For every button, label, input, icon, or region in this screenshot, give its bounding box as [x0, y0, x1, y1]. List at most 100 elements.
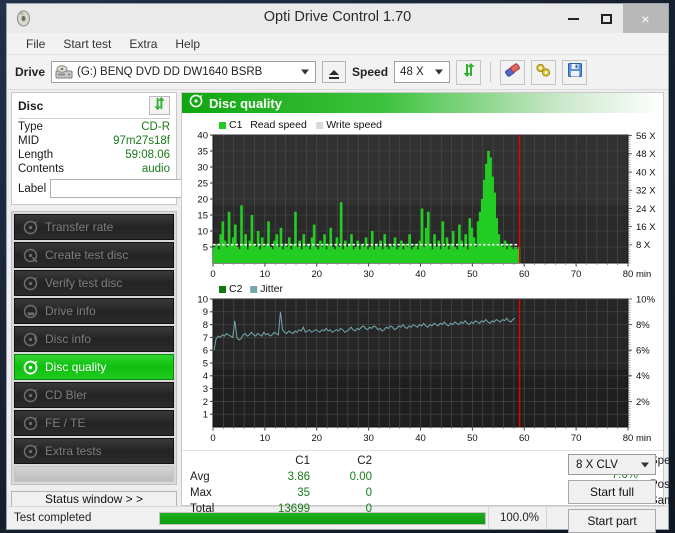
- panel-header: Disc quality: [182, 93, 663, 113]
- stats-col-c2: C2: [310, 455, 372, 467]
- disc-quality-charts[interactable]: C1Read speedWrite speed5101520253035408 …: [182, 113, 665, 450]
- menu-item-help[interactable]: Help: [166, 35, 209, 53]
- sidebar-item-label: Create test disc: [45, 248, 128, 262]
- test-speed-select[interactable]: 8 X CLV: [568, 454, 656, 475]
- sidebar-item-cd-bler[interactable]: CD Bler: [14, 382, 174, 408]
- disc-bler-icon: [23, 388, 38, 403]
- svg-text:Read speed: Read speed: [250, 119, 307, 131]
- minimize-button[interactable]: [557, 4, 590, 33]
- sidebar-item-fe-te[interactable]: FE / TE: [14, 410, 174, 436]
- sidebar-item-label: Extra tests: [45, 444, 102, 458]
- action-column: 8 X CLV Start full Start part: [568, 454, 656, 533]
- stats-header-row: C1 C2: [190, 453, 372, 469]
- svg-text:30: 30: [363, 433, 374, 444]
- drive-label: Drive: [15, 65, 45, 79]
- eject-button[interactable]: [322, 61, 346, 83]
- status-window-button[interactable]: Status window > >: [11, 491, 177, 507]
- svg-text:4%: 4%: [636, 371, 650, 382]
- disc-label-row: Label: [18, 175, 170, 199]
- tools-button[interactable]: [531, 60, 556, 85]
- eraser-icon: [504, 62, 521, 83]
- svg-text:10: 10: [197, 294, 208, 305]
- disc-row-contents: Contents audio: [18, 161, 170, 175]
- stats-table: C1 C2 Avg 3.86 0.00 Max 35 0: [190, 453, 372, 517]
- sidebar-item-disc-quality[interactable]: Disc quality: [14, 354, 174, 380]
- disc-write-icon: [23, 248, 38, 263]
- speed-label: Speed: [352, 65, 388, 79]
- svg-text:50: 50: [467, 433, 478, 444]
- disc-label-key: Label: [18, 183, 46, 195]
- disc-info-icon: [23, 332, 38, 347]
- sidebar-item-transfer-rate[interactable]: Transfer rate: [14, 214, 174, 240]
- svg-text:56 X: 56 X: [636, 131, 656, 142]
- disc-quality-icon: [23, 360, 38, 375]
- svg-text:6%: 6%: [636, 346, 650, 357]
- svg-text:7: 7: [203, 333, 208, 344]
- svg-text:30: 30: [197, 162, 208, 173]
- svg-text:20: 20: [311, 269, 322, 280]
- tools-icon: [535, 62, 552, 83]
- sidebar-item-label: Verify test disc: [45, 276, 122, 290]
- svg-text:24 X: 24 X: [636, 204, 656, 215]
- svg-text:5: 5: [203, 242, 208, 253]
- svg-text:40: 40: [415, 433, 426, 444]
- disc-row-length: Length 59:08.06: [18, 147, 170, 161]
- disc-key: Contents: [18, 163, 64, 175]
- progress-bar-fill: [160, 513, 485, 524]
- sidebar-item-extra-tests[interactable]: Extra tests: [14, 438, 174, 464]
- svg-text:40 X: 40 X: [636, 167, 656, 178]
- sidebar-item-create-test-disc[interactable]: Create test disc: [14, 242, 174, 268]
- disc-row-type: Type CD-R: [18, 119, 170, 133]
- drive-select[interactable]: (G:) BENQ DVD DD DW1640 BSRB: [51, 61, 316, 83]
- disc-key: Type: [18, 121, 43, 133]
- sidebar-item-label: CD Bler: [45, 388, 87, 402]
- drive-value: (G:) BENQ DVD DD DW1640 BSRB: [77, 66, 262, 78]
- menu-item-file[interactable]: File: [17, 35, 54, 53]
- svg-text:0: 0: [210, 269, 215, 280]
- svg-text:20: 20: [197, 194, 208, 205]
- svg-text:70: 70: [571, 269, 582, 280]
- svg-text:Write speed: Write speed: [326, 119, 382, 131]
- svg-text:40: 40: [415, 269, 426, 280]
- menu-item-extra[interactable]: Extra: [120, 35, 166, 53]
- chevron-down-icon: [301, 70, 309, 75]
- disc-value: 59:08.06: [125, 149, 170, 161]
- start-part-button[interactable]: Start part: [568, 509, 656, 533]
- drive-icon: [55, 65, 73, 80]
- erase-button[interactable]: [500, 60, 525, 85]
- svg-text:50: 50: [467, 269, 478, 280]
- svg-text:9: 9: [203, 307, 208, 318]
- sidebar-item-label: Disc info: [45, 332, 91, 346]
- save-button[interactable]: [562, 60, 587, 85]
- eject-icon: [328, 67, 340, 78]
- refresh-button[interactable]: [456, 60, 481, 85]
- svg-text:16 X: 16 X: [636, 222, 656, 233]
- save-icon: [567, 62, 583, 83]
- close-button[interactable]: ×: [623, 4, 668, 33]
- sidebar-item-drive-info[interactable]: Drive info: [14, 298, 174, 324]
- disc-fete-icon: [23, 416, 38, 431]
- sidebar-nav: Transfer rate Create test disc Verify te…: [11, 211, 177, 485]
- sidebar-item-label: FE / TE: [45, 416, 85, 430]
- main-body: Disc Type CD-R: [7, 90, 668, 506]
- sidebar-item-label: Transfer rate: [45, 220, 113, 234]
- maximize-button[interactable]: [590, 4, 623, 33]
- start-full-button[interactable]: Start full: [568, 480, 656, 504]
- refresh-icon: [461, 62, 477, 83]
- sidebar-item-disc-info[interactable]: Disc info: [14, 326, 174, 352]
- svg-text:60: 60: [519, 269, 530, 280]
- svg-text:Jitter: Jitter: [260, 283, 283, 295]
- disc-info-box: Disc Type CD-R: [11, 92, 177, 205]
- toolbar-separator: [490, 62, 491, 82]
- speed-value: 48 X: [400, 66, 424, 78]
- svg-text:C1: C1: [229, 119, 243, 131]
- refresh-icon: [152, 96, 167, 116]
- disc-refresh-button[interactable]: [149, 96, 170, 115]
- svg-text:80: 80: [623, 269, 634, 280]
- menu-item-start-test[interactable]: Start test: [54, 35, 120, 53]
- svg-text:8 X: 8 X: [636, 240, 651, 251]
- stats-cell-c2: 0: [310, 487, 372, 499]
- sidebar-item-verify-test-disc[interactable]: Verify test disc: [14, 270, 174, 296]
- speed-select[interactable]: 48 X: [394, 61, 450, 83]
- svg-text:80: 80: [623, 433, 634, 444]
